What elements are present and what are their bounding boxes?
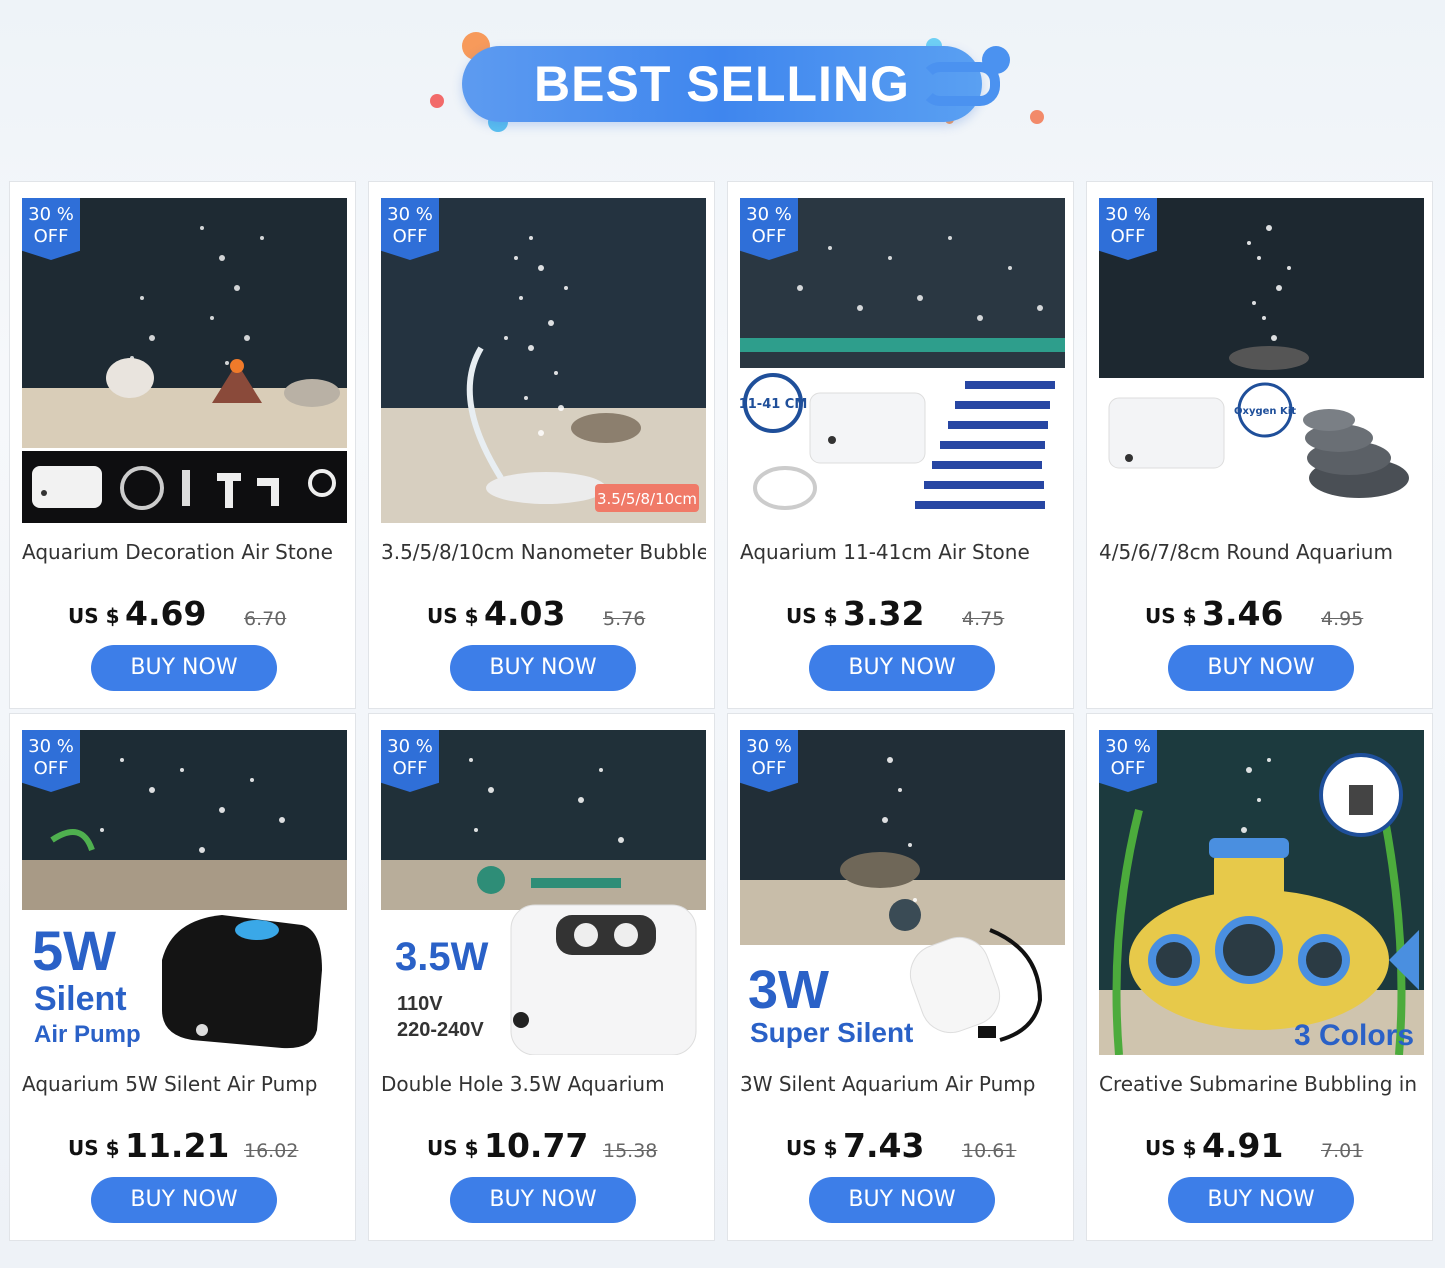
- image-label: 3.5/5/8/10cm: [597, 490, 697, 508]
- sale-price: 11.21: [125, 1126, 230, 1165]
- original-price: 4.75: [962, 608, 1005, 630]
- discount-off-label: OFF: [33, 758, 69, 779]
- price-row: US $ 4.03 5.76: [369, 592, 714, 633]
- discount-badge: 30 % OFF: [22, 730, 80, 792]
- discount-percent: 30 %: [746, 736, 792, 757]
- sale-price: 3.46: [1202, 594, 1284, 633]
- product-title[interactable]: Aquarium 5W Silent Air Pump: [22, 1072, 347, 1100]
- original-price: 10.61: [962, 1140, 1017, 1162]
- sale-price: 10.77: [484, 1126, 589, 1165]
- currency-label: US $: [786, 604, 838, 628]
- price-row: US $ 4.91 7.01: [1087, 1124, 1432, 1165]
- discount-percent: 30 %: [1105, 736, 1151, 757]
- price-row: US $ 3.46 4.95: [1087, 592, 1432, 633]
- image-label: 220-240V: [397, 1019, 484, 1041]
- discount-off-label: OFF: [1110, 226, 1146, 247]
- product-title[interactable]: Aquarium Decoration Air Stone: [22, 540, 347, 568]
- price-row: US $ 4.69 6.70: [10, 592, 355, 633]
- discount-badge: 30 % OFF: [1099, 198, 1157, 260]
- price-row: US $ 7.43 10.61: [728, 1124, 1073, 1165]
- currency-label: US $: [427, 1136, 479, 1160]
- banner-title: BEST SELLING: [534, 56, 910, 112]
- image-label: 3W: [748, 960, 829, 1020]
- discount-percent: 30 %: [387, 204, 433, 225]
- price-row: US $ 11.21 16.02: [10, 1124, 355, 1165]
- buy-now-button[interactable]: BUY NOW: [809, 645, 995, 691]
- image-label: Air Pump: [34, 1021, 141, 1048]
- discount-percent: 30 %: [1105, 204, 1151, 225]
- original-price: 16.02: [244, 1140, 299, 1162]
- image-label: Oxygen Kit: [1234, 406, 1296, 417]
- currency-label: US $: [786, 1136, 838, 1160]
- best-selling-banner: BEST SELLING: [0, 0, 1445, 175]
- product-title[interactable]: 3.5/5/8/10cm Nanometer Bubble: [381, 540, 706, 568]
- product-card[interactable]: 3.5/5/8/10cm 30 % OFF 3.5/5/8/10cm Nanom…: [368, 181, 715, 709]
- product-card[interactable]: 3 Colors 30 % OFF Creative Submarine Bub…: [1086, 713, 1433, 1241]
- price-row: US $ 3.32 4.75: [728, 592, 1073, 633]
- buy-now-button[interactable]: BUY NOW: [91, 1177, 277, 1223]
- currency-label: US $: [68, 1136, 120, 1160]
- product-card[interactable]: 3.5W 110V 220-240V 30 % OFF Double Hole …: [368, 713, 715, 1241]
- discount-percent: 30 %: [28, 736, 74, 757]
- original-price: 5.76: [603, 608, 646, 630]
- product-card[interactable]: 30 % OFF Aquarium Decoration Air Stone U…: [9, 181, 356, 709]
- product-card[interactable]: 11-41 CM 30 % OFF Aquarium 11-41cm Air S…: [727, 181, 1074, 709]
- discount-badge: 30 % OFF: [740, 730, 798, 792]
- decor-dot: [430, 94, 444, 108]
- discount-off-label: OFF: [751, 758, 787, 779]
- product-title[interactable]: Double Hole 3.5W Aquarium: [381, 1072, 706, 1100]
- currency-label: US $: [68, 604, 120, 628]
- discount-off-label: OFF: [751, 226, 787, 247]
- image-label: 3 Colors: [1294, 1019, 1414, 1052]
- image-label: Silent: [34, 980, 127, 1018]
- discount-percent: 30 %: [28, 204, 74, 225]
- buy-now-button[interactable]: BUY NOW: [450, 1177, 636, 1223]
- discount-percent: 30 %: [387, 736, 433, 757]
- product-card[interactable]: 5W Silent Air Pump 30 % OFF Aquarium 5W …: [9, 713, 356, 1241]
- discount-off-label: OFF: [33, 226, 69, 247]
- discount-badge: 30 % OFF: [740, 198, 798, 260]
- original-price: 6.70: [244, 608, 287, 630]
- discount-off-label: OFF: [392, 226, 428, 247]
- discount-badge: 30 % OFF: [381, 730, 439, 792]
- sale-price: 7.43: [843, 1126, 925, 1165]
- original-price: 15.38: [603, 1140, 658, 1162]
- buy-now-button[interactable]: BUY NOW: [1168, 645, 1354, 691]
- image-label: 5W: [32, 919, 116, 982]
- product-title[interactable]: 4/5/6/7/8cm Round Aquarium: [1099, 540, 1424, 568]
- image-label: 110V: [397, 993, 443, 1015]
- product-title[interactable]: Aquarium 11-41cm Air Stone: [740, 540, 1065, 568]
- currency-label: US $: [1145, 1136, 1197, 1160]
- decor-dot: [982, 46, 1010, 74]
- discount-badge: 30 % OFF: [381, 198, 439, 260]
- product-card[interactable]: Oxygen Kit 30 % OFF 4/5/6/7/8cm Round Aq…: [1086, 181, 1433, 709]
- product-card[interactable]: 3W Super Silent 30 % OFF 3W Silent Aquar…: [727, 713, 1074, 1241]
- currency-label: US $: [1145, 604, 1197, 628]
- image-label: Super Silent: [750, 1017, 913, 1048]
- discount-percent: 30 %: [746, 204, 792, 225]
- buy-now-button[interactable]: BUY NOW: [1168, 1177, 1354, 1223]
- product-title[interactable]: Creative Submarine Bubbling in: [1099, 1072, 1424, 1100]
- sale-price: 3.32: [843, 594, 925, 633]
- currency-label: US $: [427, 604, 479, 628]
- buy-now-button[interactable]: BUY NOW: [809, 1177, 995, 1223]
- sale-price: 4.69: [125, 594, 207, 633]
- sale-price: 4.03: [484, 594, 566, 633]
- discount-badge: 30 % OFF: [22, 198, 80, 260]
- buy-now-button[interactable]: BUY NOW: [91, 645, 277, 691]
- image-label: 11-41 CM: [740, 397, 807, 412]
- decor-dot: [1030, 110, 1044, 124]
- original-price: 4.95: [1321, 608, 1364, 630]
- price-row: US $ 10.77 15.38: [369, 1124, 714, 1165]
- sale-price: 4.91: [1202, 1126, 1284, 1165]
- discount-off-label: OFF: [1110, 758, 1146, 779]
- discount-badge: 30 % OFF: [1099, 730, 1157, 792]
- image-label: 3.5W: [395, 935, 489, 979]
- buy-now-button[interactable]: BUY NOW: [450, 645, 636, 691]
- discount-off-label: OFF: [392, 758, 428, 779]
- product-title[interactable]: 3W Silent Aquarium Air Pump: [740, 1072, 1065, 1100]
- original-price: 7.01: [1321, 1140, 1364, 1162]
